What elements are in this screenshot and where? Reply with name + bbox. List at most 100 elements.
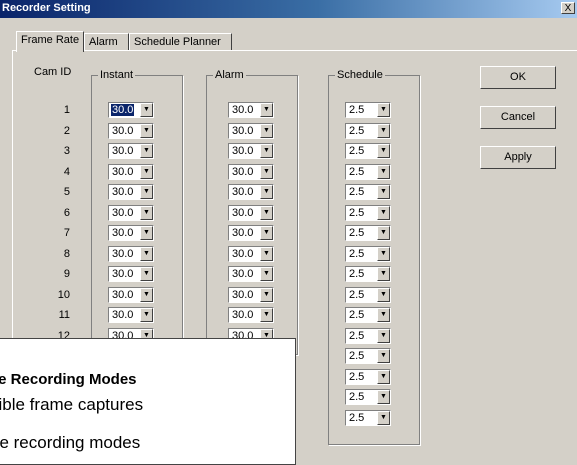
chevron-down-icon[interactable]: ▼: [260, 165, 273, 179]
chevron-down-icon[interactable]: ▼: [140, 267, 153, 281]
chevron-down-icon[interactable]: ▼: [260, 247, 273, 261]
chevron-down-icon[interactable]: ▼: [260, 267, 273, 281]
chevron-down-icon[interactable]: ▼: [140, 288, 153, 302]
schedule-rate-select-9[interactable]: 2.5 ▼: [345, 266, 391, 282]
cam-id-5: 5: [63, 186, 70, 198]
apply-button[interactable]: Apply: [480, 146, 556, 169]
alarm-rate-select-2[interactable]: 30.0 ▼: [228, 123, 274, 139]
chevron-down-icon[interactable]: ▼: [260, 226, 273, 240]
chevron-down-icon[interactable]: ▼: [260, 144, 273, 158]
ok-button[interactable]: OK: [480, 66, 556, 89]
tab-schedule-planner[interactable]: Schedule Planner: [129, 33, 232, 51]
instant-rate-select-10[interactable]: 30.0 ▼: [108, 287, 154, 303]
schedule-rate-select-7[interactable]: 2.5 ▼: [345, 225, 391, 241]
chevron-down-icon[interactable]: ▼: [140, 308, 153, 322]
schedule-rate-value: 2.5: [349, 227, 365, 239]
alarm-rate-select-6[interactable]: 30.0 ▼: [228, 205, 274, 221]
schedule-rate-select-2[interactable]: 2.5 ▼: [345, 123, 391, 139]
cam-id-3: 3: [63, 145, 70, 157]
alarm-rate-select-4[interactable]: 30.0 ▼: [228, 164, 274, 180]
cam-id-header: Cam ID: [34, 66, 72, 78]
chevron-down-icon[interactable]: ▼: [140, 226, 153, 240]
instant-rate-select-11[interactable]: 30.0 ▼: [108, 307, 154, 323]
chevron-down-icon[interactable]: ▼: [377, 308, 390, 322]
chevron-down-icon[interactable]: ▼: [377, 411, 390, 425]
chevron-down-icon[interactable]: ▼: [377, 288, 390, 302]
chevron-down-icon[interactable]: ▼: [260, 308, 273, 322]
schedule-rate-select-14[interactable]: 2.5 ▼: [345, 369, 391, 385]
chevron-down-icon[interactable]: ▼: [140, 144, 153, 158]
chevron-down-icon[interactable]: ▼: [377, 165, 390, 179]
alarm-label: Alarm: [213, 69, 246, 81]
alarm-rate-select-9[interactable]: 30.0 ▼: [228, 266, 274, 282]
schedule-rate-select-16[interactable]: 2.5 ▼: [345, 410, 391, 426]
instant-rate-select-8[interactable]: 30.0 ▼: [108, 246, 154, 262]
title-bar[interactable]: Recorder Setting X: [0, 0, 577, 18]
tab-frame-rate[interactable]: Frame Rate: [16, 31, 84, 52]
instant-rate-value: 30.0: [112, 309, 134, 321]
chevron-down-icon[interactable]: ▼: [140, 185, 153, 199]
chevron-down-icon[interactable]: ▼: [377, 247, 390, 261]
chevron-down-icon[interactable]: ▼: [140, 103, 153, 117]
instant-rate-select-4[interactable]: 30.0 ▼: [108, 164, 154, 180]
chevron-down-icon[interactable]: ▼: [140, 247, 153, 261]
schedule-rate-select-11[interactable]: 2.5 ▼: [345, 307, 391, 323]
cancel-button[interactable]: Cancel: [480, 106, 556, 129]
recording-modes-callout: le Recording Modes xible frame captures …: [0, 338, 296, 465]
alarm-rate-select-8[interactable]: 30.0 ▼: [228, 246, 274, 262]
chevron-down-icon[interactable]: ▼: [377, 206, 390, 220]
alarm-rate-select-11[interactable]: 30.0 ▼: [228, 307, 274, 323]
schedule-rate-select-3[interactable]: 2.5 ▼: [345, 143, 391, 159]
instant-rate-select-9[interactable]: 30.0 ▼: [108, 266, 154, 282]
chevron-down-icon[interactable]: ▼: [260, 206, 273, 220]
alarm-rate-select-1[interactable]: 30.0 ▼: [228, 102, 274, 118]
chevron-down-icon[interactable]: ▼: [377, 370, 390, 384]
schedule-rate-select-10[interactable]: 2.5 ▼: [345, 287, 391, 303]
instant-rate-select-3[interactable]: 30.0 ▼: [108, 143, 154, 159]
chevron-down-icon[interactable]: ▼: [377, 185, 390, 199]
schedule-rate-select-5[interactable]: 2.5 ▼: [345, 184, 391, 200]
chevron-down-icon[interactable]: ▼: [377, 144, 390, 158]
cam-id-7: 7: [63, 227, 70, 239]
chevron-down-icon[interactable]: ▼: [377, 103, 390, 117]
chevron-down-icon[interactable]: ▼: [377, 329, 390, 343]
tab-alarm[interactable]: Alarm: [84, 33, 129, 51]
chevron-down-icon[interactable]: ▼: [140, 165, 153, 179]
callout-title: le Recording Modes: [0, 371, 137, 388]
alarm-rate-select-3[interactable]: 30.0 ▼: [228, 143, 274, 159]
chevron-down-icon[interactable]: ▼: [377, 267, 390, 281]
schedule-rate-value: 2.5: [349, 186, 365, 198]
schedule-rate-select-4[interactable]: 2.5 ▼: [345, 164, 391, 180]
instant-rate-select-2[interactable]: 30.0 ▼: [108, 123, 154, 139]
chevron-down-icon[interactable]: ▼: [260, 124, 273, 138]
chevron-down-icon[interactable]: ▼: [377, 390, 390, 404]
callout-line-2: ee recording modes: [0, 433, 141, 452]
chevron-down-icon[interactable]: ▼: [260, 103, 273, 117]
close-icon[interactable]: X: [561, 2, 575, 14]
instant-rate-select-5[interactable]: 30.0 ▼: [108, 184, 154, 200]
instant-rate-select-6[interactable]: 30.0 ▼: [108, 205, 154, 221]
instant-rate-value: 30.0: [112, 125, 134, 137]
chevron-down-icon[interactable]: ▼: [260, 288, 273, 302]
alarm-rate-select-5[interactable]: 30.0 ▼: [228, 184, 274, 200]
instant-rate-select-7[interactable]: 30.0 ▼: [108, 225, 154, 241]
chevron-down-icon[interactable]: ▼: [140, 124, 153, 138]
chevron-down-icon[interactable]: ▼: [377, 226, 390, 240]
cam-id-4: 4: [63, 166, 70, 178]
schedule-rate-select-15[interactable]: 2.5 ▼: [345, 389, 391, 405]
schedule-rate-value: 2.5: [349, 289, 365, 301]
schedule-rate-value: 2.5: [349, 371, 365, 383]
schedule-rate-select-1[interactable]: 2.5 ▼: [345, 102, 391, 118]
schedule-rate-select-12[interactable]: 2.5 ▼: [345, 328, 391, 344]
alarm-rate-value: 30.0: [232, 125, 254, 137]
schedule-rate-select-6[interactable]: 2.5 ▼: [345, 205, 391, 221]
chevron-down-icon[interactable]: ▼: [260, 185, 273, 199]
schedule-rate-select-8[interactable]: 2.5 ▼: [345, 246, 391, 262]
chevron-down-icon[interactable]: ▼: [140, 206, 153, 220]
schedule-rate-select-13[interactable]: 2.5 ▼: [345, 348, 391, 364]
alarm-rate-select-7[interactable]: 30.0 ▼: [228, 225, 274, 241]
chevron-down-icon[interactable]: ▼: [377, 349, 390, 363]
instant-rate-select-1[interactable]: 30.0 ▼: [108, 102, 154, 118]
chevron-down-icon[interactable]: ▼: [377, 124, 390, 138]
alarm-rate-select-10[interactable]: 30.0 ▼: [228, 287, 274, 303]
